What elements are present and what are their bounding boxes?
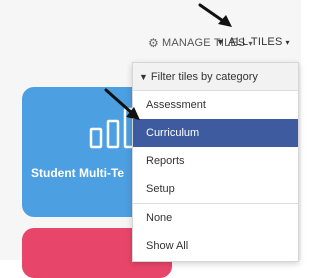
dropdown-header: ▼ Filter tiles by category xyxy=(133,63,298,91)
menu-item-label: Setup xyxy=(146,183,175,195)
tile-title: Student Multi-Te xyxy=(31,166,125,180)
gear-icon: ⚙ xyxy=(148,36,159,50)
menu-item-label: None xyxy=(146,212,173,224)
menu-item-setup[interactable]: Setup xyxy=(133,175,298,203)
menu-item-label: Reports xyxy=(146,155,185,167)
menu-item-label: Assessment xyxy=(146,99,206,111)
chevron-down-icon: ▾ xyxy=(285,37,290,47)
bar-chart-icon xyxy=(89,107,137,149)
dropdown-header-label: Filter tiles by category xyxy=(150,70,258,83)
menu-item-label: Show All xyxy=(146,240,189,252)
filter-icon: ▼ xyxy=(216,37,226,47)
tile-category-dropdown: ▼ Filter tiles by category Assessment Cu… xyxy=(132,62,299,262)
menu-item-label: Curriculum xyxy=(146,127,200,139)
menu-item-curriculum[interactable]: Curriculum xyxy=(133,119,298,147)
all-tiles-button[interactable]: ▼ ALL TILES ▾ xyxy=(216,36,290,48)
menu-item-assessment[interactable]: Assessment xyxy=(133,91,298,119)
menu-item-reports[interactable]: Reports xyxy=(133,147,298,175)
menu-item-show-all[interactable]: Show All xyxy=(133,232,298,260)
all-tiles-label: ALL TILES xyxy=(228,36,283,48)
filter-icon: ▼ xyxy=(139,71,148,82)
menu-item-none[interactable]: None xyxy=(133,204,298,232)
tiles-toolbar: ⚙ MANAGE TILES ▾ ▼ ALL TILES ▾ xyxy=(0,26,301,56)
